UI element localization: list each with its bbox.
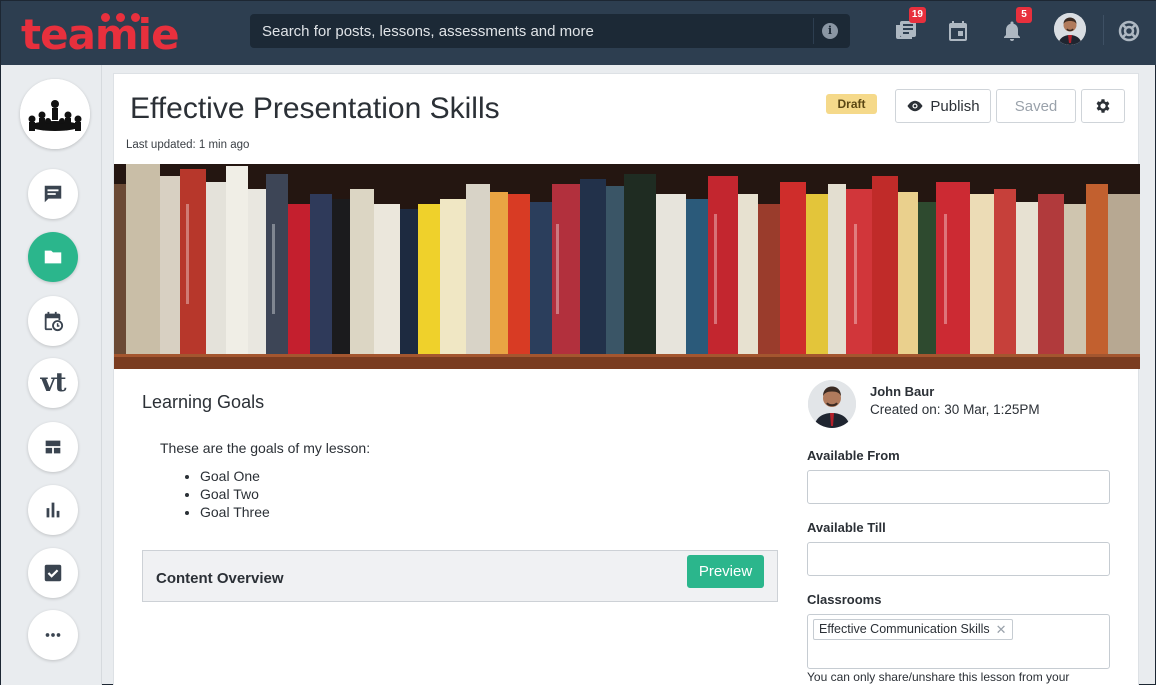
created-on-text: Created on: 30 Mar, 1:25PM: [870, 402, 1040, 417]
topbar-divider: [1103, 15, 1104, 45]
checkbox-icon: [44, 564, 62, 582]
notifications-badge: 5: [1016, 7, 1032, 23]
teamie-logo[interactable]: teamie: [21, 10, 191, 59]
top-navigation-bar: teamie i 19 5: [1, 1, 1156, 65]
sidebar-item-vt[interactable]: vt: [28, 358, 78, 408]
calendar-icon[interactable]: [946, 19, 970, 43]
bar-chart-icon: [46, 502, 60, 518]
list-item: Goal One: [200, 467, 270, 485]
classroom-chip-label: Effective Communication Skills: [819, 622, 990, 636]
eye-icon: [907, 100, 923, 112]
bookshelf-image: [114, 164, 1140, 369]
learning-goals-heading: Learning Goals: [142, 392, 265, 412]
left-sidebar: vt: [1, 65, 102, 685]
classrooms-input[interactable]: Effective Communication Skills ✕: [807, 614, 1110, 669]
folder-icon: [44, 250, 62, 264]
saved-button[interactable]: Saved: [996, 89, 1076, 123]
gear-icon: [1096, 99, 1110, 113]
info-icon[interactable]: i: [822, 23, 838, 39]
search-bar: i: [250, 14, 850, 48]
preview-button[interactable]: Preview: [687, 555, 764, 588]
sidebar-item-folders[interactable]: [28, 232, 78, 282]
available-till-label: Available Till: [807, 520, 886, 535]
settings-button[interactable]: [1081, 89, 1125, 123]
sidebar-item-messages[interactable]: [28, 169, 78, 219]
share-note-text: You can only share/unshare this lesson f…: [807, 670, 1070, 684]
goals-list: Goal One Goal Two Goal Three: [200, 467, 270, 521]
posts-icon[interactable]: 19: [894, 7, 926, 43]
list-item: Goal Three: [200, 503, 270, 521]
content-overview-panel: Content Overview Preview: [142, 550, 778, 602]
bell-icon[interactable]: 5: [1000, 7, 1032, 43]
more-icon: [45, 633, 61, 637]
search-input[interactable]: [250, 14, 815, 48]
lesson-card: Effective Presentation Skills Last updat…: [113, 73, 1140, 685]
available-from-input[interactable]: [807, 470, 1110, 504]
logo-text: teamie: [21, 10, 180, 59]
author-name: John Baur: [870, 384, 935, 399]
remove-chip-icon[interactable]: ✕: [996, 620, 1007, 639]
calendar-clock-icon: [44, 311, 64, 332]
vt-logo: vt: [40, 368, 66, 398]
chat-icon: [44, 185, 62, 203]
search-divider: [813, 18, 814, 44]
list-item: Goal Two: [200, 485, 270, 503]
status-badge: Draft: [826, 94, 877, 114]
author-avatar: [808, 380, 856, 428]
available-from-label: Available From: [807, 448, 900, 463]
classroom-logo[interactable]: [20, 79, 90, 149]
dashboard-icon: [45, 440, 61, 454]
page-title: Effective Presentation Skills: [130, 92, 500, 125]
publish-button[interactable]: Publish: [895, 89, 991, 123]
last-updated-text: Last updated: 1 min ago: [126, 139, 250, 151]
publish-label: Publish: [930, 97, 980, 115]
goals-intro-text: These are the goals of my lesson:: [160, 440, 371, 456]
sidebar-item-dashboard[interactable]: [28, 422, 78, 472]
classrooms-label: Classrooms: [807, 592, 882, 607]
sidebar-item-analytics[interactable]: [28, 485, 78, 535]
help-lifebuoy-icon[interactable]: [1117, 19, 1141, 43]
lesson-cover-image: [114, 164, 1140, 369]
posts-badge: 19: [908, 7, 926, 23]
sidebar-item-schedule[interactable]: [28, 296, 78, 346]
sidebar-item-more[interactable]: [28, 610, 78, 660]
available-till-input[interactable]: [807, 542, 1110, 576]
content-overview-heading: Content Overview: [156, 570, 284, 587]
user-avatar[interactable]: [1054, 13, 1086, 45]
classroom-chip: Effective Communication Skills ✕: [813, 619, 1013, 640]
sidebar-item-tasks[interactable]: [28, 548, 78, 598]
